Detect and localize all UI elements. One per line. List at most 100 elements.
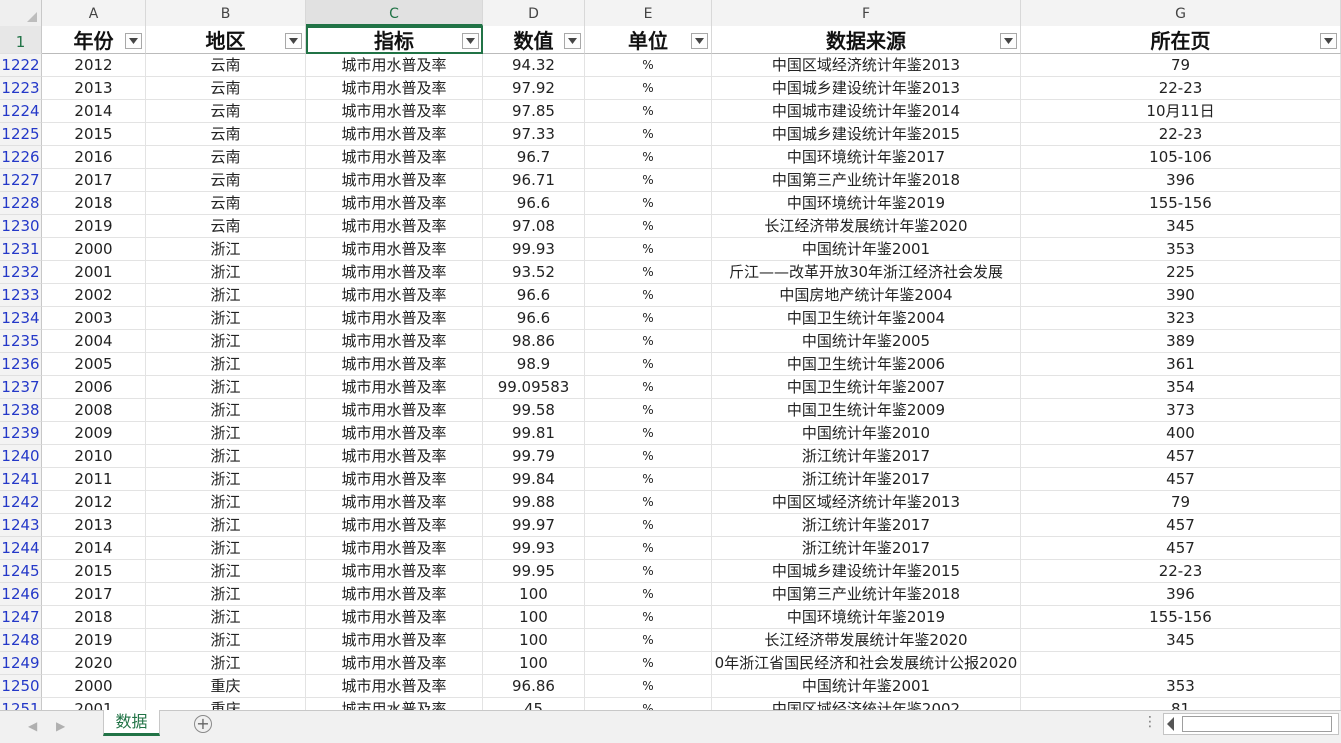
table-cell[interactable]: 中国环境统计年鉴2019 — [712, 606, 1021, 629]
table-cell[interactable]: 99.93 — [483, 537, 585, 560]
header-cell[interactable]: 所在页 — [1021, 26, 1341, 54]
table-cell[interactable]: 浙江 — [146, 583, 306, 606]
table-cell[interactable]: 99.88 — [483, 491, 585, 514]
table-cell[interactable]: 2011 — [42, 468, 146, 491]
table-cell[interactable]: 457 — [1021, 537, 1341, 560]
table-cell[interactable]: % — [585, 353, 712, 376]
table-cell[interactable]: 361 — [1021, 353, 1341, 376]
table-cell[interactable]: 浙江 — [146, 445, 306, 468]
table-cell[interactable]: 城市用水普及率 — [306, 514, 483, 537]
table-cell[interactable]: 93.52 — [483, 261, 585, 284]
table-cell[interactable]: 2015 — [42, 560, 146, 583]
scroll-left-icon[interactable] — [1167, 717, 1174, 731]
table-cell[interactable]: 浙江 — [146, 652, 306, 675]
row-number[interactable]: 1226 — [0, 146, 42, 169]
table-cell[interactable]: 中国卫生统计年鉴2007 — [712, 376, 1021, 399]
table-cell[interactable]: 2004 — [42, 330, 146, 353]
row-number[interactable]: 1228 — [0, 192, 42, 215]
table-cell[interactable]: 396 — [1021, 169, 1341, 192]
table-cell[interactable]: 中国环境统计年鉴2019 — [712, 192, 1021, 215]
table-cell[interactable]: 10月11日 — [1021, 100, 1341, 123]
table-cell[interactable]: 城市用水普及率 — [306, 629, 483, 652]
table-cell[interactable]: 城市用水普及率 — [306, 468, 483, 491]
table-cell[interactable]: 225 — [1021, 261, 1341, 284]
table-cell[interactable]: 城市用水普及率 — [306, 100, 483, 123]
table-cell[interactable]: 0年浙江省国民经济和社会发展统计公报2020 — [712, 652, 1021, 675]
table-cell[interactable]: 浙江 — [146, 261, 306, 284]
column-letter-e[interactable]: E — [585, 0, 712, 26]
table-cell[interactable]: 中国房地产统计年鉴2004 — [712, 284, 1021, 307]
table-cell[interactable]: % — [585, 583, 712, 606]
table-cell[interactable]: 城市用水普及率 — [306, 445, 483, 468]
header-cell[interactable]: 数值 — [483, 26, 585, 54]
table-cell[interactable]: 中国卫生统计年鉴2004 — [712, 307, 1021, 330]
table-cell[interactable]: 2019 — [42, 629, 146, 652]
table-cell[interactable]: 353 — [1021, 238, 1341, 261]
table-cell[interactable]: 96.6 — [483, 284, 585, 307]
filter-dropdown-icon[interactable] — [1000, 33, 1017, 49]
table-cell[interactable]: 2001 — [42, 698, 146, 710]
next-sheet-icon[interactable]: ▶ — [56, 719, 65, 733]
table-cell[interactable]: 城市用水普及率 — [306, 238, 483, 261]
table-cell[interactable]: % — [585, 376, 712, 399]
table-cell[interactable]: 155-156 — [1021, 606, 1341, 629]
table-cell[interactable]: 96.71 — [483, 169, 585, 192]
table-cell[interactable]: 2001 — [42, 261, 146, 284]
table-cell[interactable]: % — [585, 169, 712, 192]
table-cell[interactable]: 99.79 — [483, 445, 585, 468]
table-cell[interactable]: 城市用水普及率 — [306, 77, 483, 100]
table-cell[interactable]: 城市用水普及率 — [306, 284, 483, 307]
header-cell[interactable]: 地区 — [146, 26, 306, 54]
table-cell[interactable]: 浙江 — [146, 399, 306, 422]
table-cell[interactable]: 城市用水普及率 — [306, 652, 483, 675]
table-cell[interactable]: 浙江 — [146, 629, 306, 652]
table-cell[interactable]: 2006 — [42, 376, 146, 399]
table-cell[interactable]: 2002 — [42, 284, 146, 307]
row-number[interactable]: 1246 — [0, 583, 42, 606]
table-cell[interactable]: 2018 — [42, 192, 146, 215]
table-cell[interactable]: 100 — [483, 629, 585, 652]
row-number[interactable]: 1225 — [0, 123, 42, 146]
table-cell[interactable]: 2013 — [42, 514, 146, 537]
table-cell[interactable]: 中国统计年鉴2001 — [712, 238, 1021, 261]
table-cell[interactable] — [1021, 652, 1341, 675]
table-cell[interactable]: % — [585, 468, 712, 491]
table-cell[interactable]: 2014 — [42, 100, 146, 123]
table-cell[interactable]: 浙江 — [146, 514, 306, 537]
table-cell[interactable]: 457 — [1021, 445, 1341, 468]
table-cell[interactable]: 2015 — [42, 123, 146, 146]
column-letter-f[interactable]: F — [712, 0, 1021, 26]
row-number[interactable]: 1231 — [0, 238, 42, 261]
row-number[interactable]: 1237 — [0, 376, 42, 399]
table-cell[interactable]: % — [585, 54, 712, 77]
add-sheet-icon[interactable]: + — [194, 715, 212, 733]
table-cell[interactable]: 99.58 — [483, 399, 585, 422]
table-cell[interactable]: 100 — [483, 606, 585, 629]
table-cell[interactable]: 中国区域经济统计年鉴2013 — [712, 54, 1021, 77]
table-cell[interactable]: 94.32 — [483, 54, 585, 77]
table-cell[interactable]: 浙江 — [146, 560, 306, 583]
table-cell[interactable]: 浙江 — [146, 376, 306, 399]
row-number[interactable]: 1249 — [0, 652, 42, 675]
table-cell[interactable]: 2000 — [42, 675, 146, 698]
table-cell[interactable]: 斤江——改革开放30年浙江经济社会发展 — [712, 261, 1021, 284]
table-cell[interactable]: 100 — [483, 652, 585, 675]
horizontal-scrollbar[interactable] — [1163, 713, 1339, 735]
table-cell[interactable]: 城市用水普及率 — [306, 169, 483, 192]
table-cell[interactable]: 99.95 — [483, 560, 585, 583]
row-number[interactable]: 1224 — [0, 100, 42, 123]
table-cell[interactable]: 浙江统计年鉴2017 — [712, 445, 1021, 468]
table-cell[interactable]: 中国统计年鉴2001 — [712, 675, 1021, 698]
table-cell[interactable]: 2017 — [42, 583, 146, 606]
sheet-tab-data[interactable]: 数据 — [103, 710, 160, 736]
table-cell[interactable]: 浙江统计年鉴2017 — [712, 537, 1021, 560]
table-cell[interactable]: 22-23 — [1021, 560, 1341, 583]
table-cell[interactable]: 2000 — [42, 238, 146, 261]
row-number[interactable]: 1235 — [0, 330, 42, 353]
table-cell[interactable]: 96.86 — [483, 675, 585, 698]
table-cell[interactable]: 中国城乡建设统计年鉴2015 — [712, 560, 1021, 583]
filter-dropdown-icon[interactable] — [462, 33, 479, 49]
table-cell[interactable]: 2013 — [42, 77, 146, 100]
table-cell[interactable]: 79 — [1021, 54, 1341, 77]
table-cell[interactable]: 2014 — [42, 537, 146, 560]
